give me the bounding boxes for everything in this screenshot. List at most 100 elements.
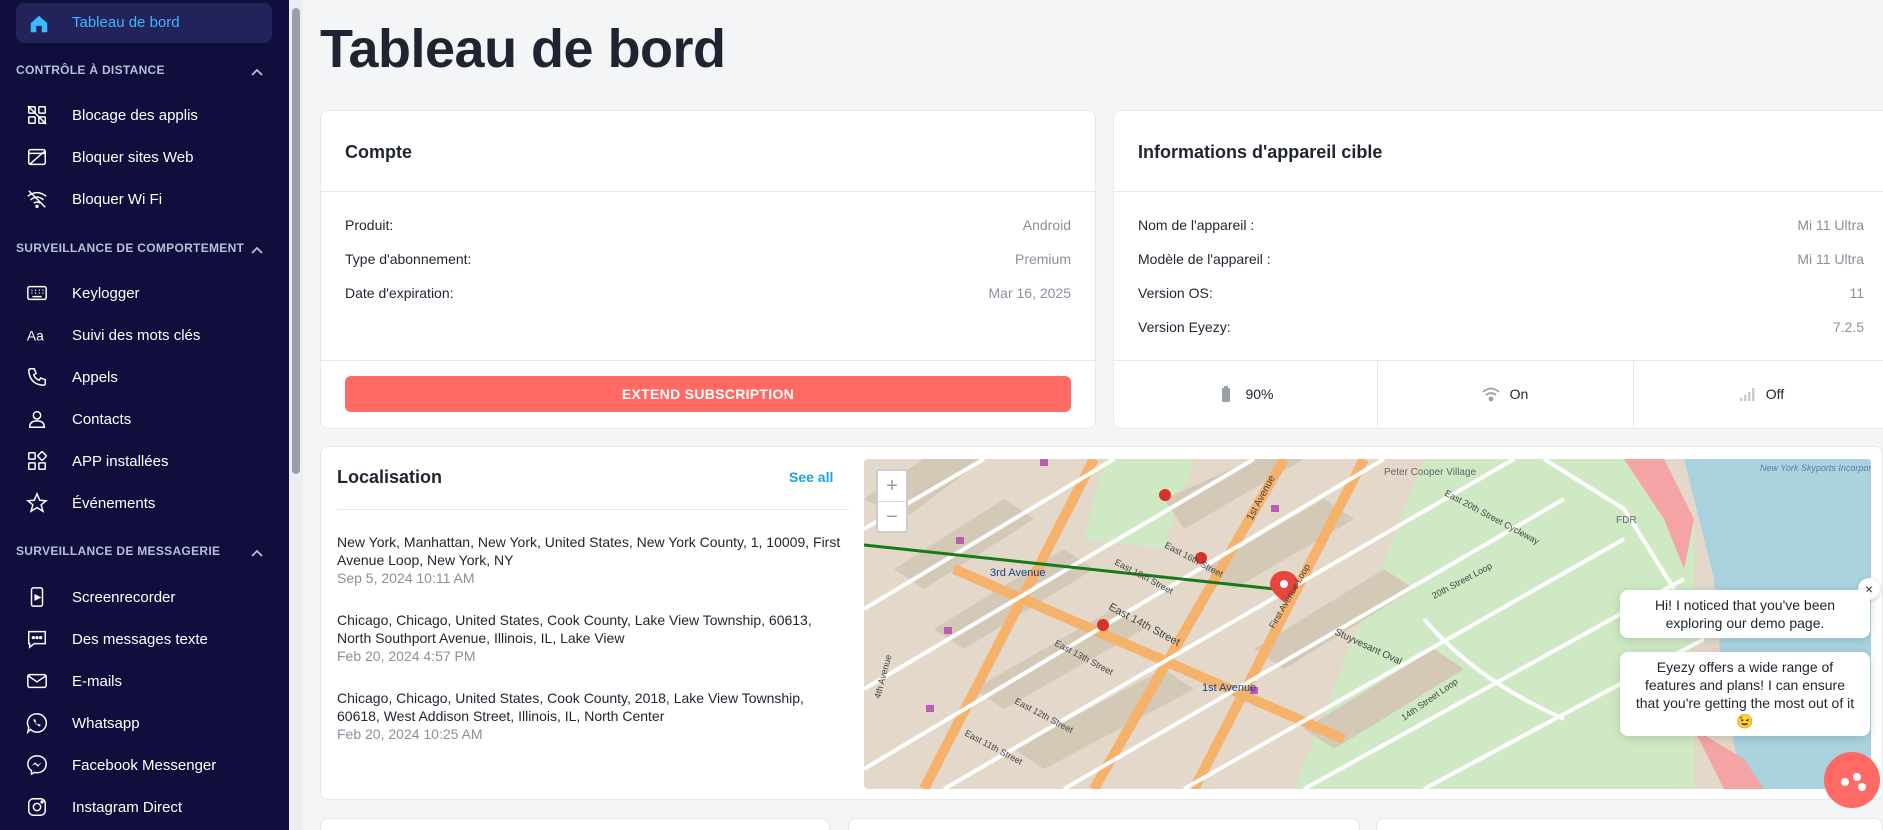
battery-icon (1222, 386, 1231, 402)
sidebar-item-label: Whatsapp (72, 715, 140, 732)
sidebar-item-label: Bloquer Wi Fi (72, 191, 163, 208)
sidebar-item-wifi-block[interactable]: Bloquer Wi Fi (16, 182, 272, 216)
messenger-icon (27, 755, 47, 776)
expiration-date-label: Date d'expiration: (345, 285, 454, 301)
location-entry[interactable]: Chicago, Chicago, United States, Cook Co… (337, 611, 847, 664)
bottom-card (848, 818, 1360, 830)
sidebar-item-keylogger[interactable]: Keylogger (16, 276, 272, 310)
sidebar-item-keywords[interactable]: Aa Suivi des mots clés (16, 318, 272, 352)
sidebar-item-calls[interactable]: Appels (16, 360, 272, 394)
bottom-card (1376, 818, 1883, 830)
chevron-up-icon (251, 68, 263, 76)
section-messaging-monitoring[interactable]: SURVEILLANCE DE MESSAGERIE (16, 544, 272, 564)
os-version-value: 11 (1849, 285, 1864, 301)
see-all-link[interactable]: See all (789, 469, 833, 485)
sidebar: Tableau de bord CONTRÔLE À DISTANCE Bloc… (0, 0, 289, 830)
location-address: Chicago, Chicago, United States, Cook Co… (337, 612, 812, 646)
sidebar-item-contacts[interactable]: Contacts (16, 402, 272, 436)
os-version-label: Version OS: (1138, 285, 1213, 301)
divider (321, 191, 1095, 192)
subscription-type-value: Premium (1014, 251, 1071, 267)
wifi-icon (1482, 387, 1500, 402)
screen-record-icon (30, 587, 44, 607)
sidebar-item-label: Contacts (72, 411, 132, 428)
divider (321, 360, 1095, 361)
location-entry[interactable]: New York, Manhattan, New York, United St… (337, 533, 847, 586)
divider (1114, 191, 1883, 192)
sidebar-item-label: Bloquer sites Web (72, 149, 194, 166)
sidebar-scrollbar-thumb[interactable] (292, 8, 300, 474)
location-time: Feb 20, 2024 10:25 AM (337, 726, 483, 742)
mail-icon (27, 673, 47, 689)
sidebar-item-label: Appels (72, 369, 118, 386)
location-card-title: Localisation (337, 467, 443, 487)
apps-grid-icon (28, 451, 47, 470)
chevron-up-icon (251, 549, 263, 557)
product-label: Produit: (345, 217, 394, 233)
location-time: Sep 5, 2024 10:11 AM (337, 570, 475, 586)
section-title: SURVEILLANCE DE COMPORTEMENT (16, 241, 245, 255)
message-icon (28, 630, 46, 649)
map-label-seaplane: New York Skyports Incorporated Seaplane … (1760, 463, 1871, 473)
expiration-date-value: Mar 16, 2025 (988, 285, 1072, 301)
device-model-label: Modèle de l'appareil : (1138, 251, 1271, 267)
section-title: SURVEILLANCE DE MESSAGERIE (16, 544, 221, 558)
page-title: Tableau de bord (320, 19, 726, 79)
phone-icon (28, 368, 46, 386)
section-title: CONTRÔLE À DISTANCE (16, 63, 165, 77)
sidebar-item-sms[interactable]: Des messages texte (16, 622, 272, 656)
sidebar-item-events[interactable]: Événements (16, 486, 272, 520)
section-behavior-monitoring[interactable]: SURVEILLANCE DE COMPORTEMENT (16, 241, 272, 261)
account-card: Compte Produit: Android Type d'abonnemen… (320, 110, 1096, 429)
instagram-icon (28, 798, 46, 816)
wifi-value: On (1509, 386, 1529, 402)
keyboard-icon (27, 285, 47, 301)
map-label-first-avenue: 1st Avenue (1202, 682, 1256, 694)
sidebar-item-screenrecorder[interactable]: Screenrecorder (16, 580, 272, 614)
web-block-icon (28, 148, 46, 166)
section-remote-control[interactable]: CONTRÔLE À DISTANCE (16, 63, 272, 83)
eyezy-version-label: Version Eyezy: (1138, 319, 1231, 335)
sidebar-item-label: Keylogger (72, 285, 140, 302)
sidebar-item-label: Événements (72, 495, 156, 512)
map-label-third-avenue: 3rd Avenue (990, 567, 1045, 579)
device-name-label: Nom de l'appareil : (1138, 217, 1255, 233)
sidebar-item-facebook-messenger[interactable]: Facebook Messenger (16, 748, 272, 782)
device-info-card: Informations d'appareil cible Nom de l'a… (1113, 110, 1883, 429)
chat-message[interactable]: Hi! I noticed that you've been exploring… (1620, 590, 1870, 638)
sidebar-item-label: Des messages texte (72, 631, 208, 648)
sidebar-item-web-block[interactable]: Bloquer sites Web (16, 140, 272, 174)
svg-text:Aa: Aa (27, 329, 44, 344)
sidebar-item-emails[interactable]: E-mails (16, 664, 272, 698)
sidebar-item-label: Suivi des mots clés (72, 327, 201, 344)
eyezy-version-value: 7.2.5 (1832, 319, 1864, 335)
chat-launcher-button[interactable] (1824, 752, 1880, 808)
chevron-up-icon (251, 246, 263, 254)
chat-icon (1841, 773, 1866, 791)
wifi-status: On (1377, 361, 1633, 427)
sidebar-item-whatsapp[interactable]: Whatsapp (16, 706, 272, 740)
cellular-status: Off (1633, 361, 1883, 427)
sidebar-item-app-block[interactable]: Blocage des applis (16, 98, 272, 132)
map-zoom-out-button[interactable]: − (878, 501, 906, 531)
text-aa-icon: Aa (27, 329, 44, 344)
sidebar-item-dashboard[interactable]: Tableau de bord (16, 3, 272, 43)
map-label-fdr: FDR (1616, 515, 1637, 526)
location-entry[interactable]: Chicago, Chicago, United States, Cook Co… (337, 689, 847, 742)
battery-value: 90% (1245, 386, 1274, 402)
sidebar-item-installed-apps[interactable]: APP installées (16, 444, 272, 478)
sidebar-item-label: APP installées (72, 453, 169, 470)
extend-subscription-button[interactable]: EXTEND SUBSCRIPTION (345, 376, 1071, 412)
device-name-value: Mi 11 Ultra (1797, 217, 1864, 233)
map-zoom-in-button[interactable]: + (878, 471, 906, 501)
device-model-value: Mi 11 Ultra (1797, 251, 1864, 267)
whatsapp-icon (26, 713, 48, 734)
sidebar-item-label: Screenrecorder (72, 589, 176, 606)
account-card-title: Compte (345, 142, 412, 162)
subscription-type-label: Type d'abonnement: (345, 251, 472, 267)
chat-message[interactable]: Eyezy offers a wide range of features an… (1620, 652, 1870, 736)
sidebar-item-instagram-direct[interactable]: Instagram Direct (16, 790, 272, 824)
wifi-off-icon (27, 190, 47, 208)
sidebar-item-label: Tableau de bord (72, 14, 180, 31)
location-address: Chicago, Chicago, United States, Cook Co… (337, 690, 804, 724)
